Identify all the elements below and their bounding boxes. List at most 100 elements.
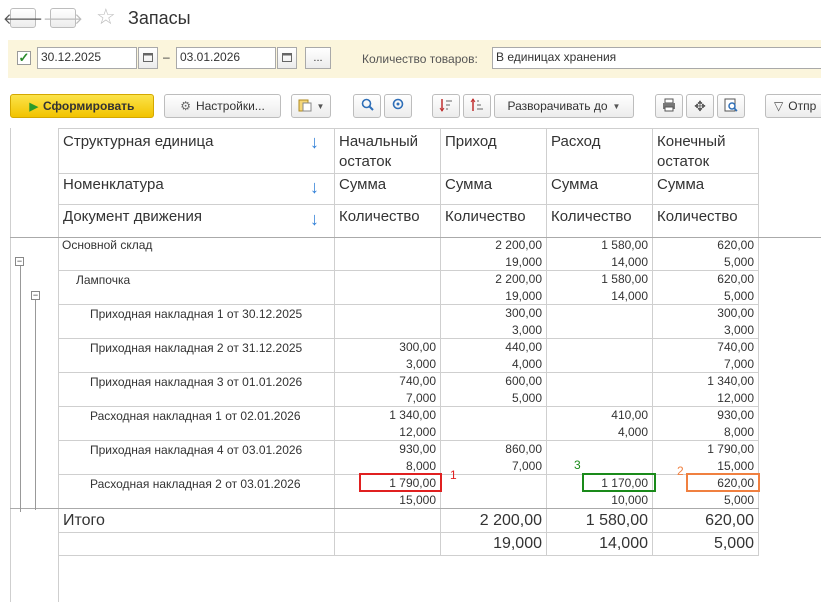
header-end-balance: Конечный остаток [657, 133, 726, 170]
cell-income-qty: 4,000 [511, 357, 542, 371]
cell-expense-sum: 1 580,00 [601, 238, 648, 252]
cell-income-sum: 860,00 [505, 442, 542, 456]
row-label-document[interactable]: Расходная накладная 1 от 02.01.2026 [90, 409, 301, 423]
header-income: Приход [445, 133, 497, 150]
print-button[interactable] [655, 94, 683, 118]
sort-arrow-icon[interactable]: ↓ [310, 209, 319, 230]
star-icon[interactable]: ☆ [96, 4, 116, 30]
row-label-document[interactable]: Приходная накладная 2 от 31.12.2025 [90, 341, 302, 355]
cell-begin-qty: 12,000 [399, 425, 436, 439]
chevron-down-icon: ▼ [612, 101, 621, 111]
move-button[interactable]: ✥ [686, 94, 714, 118]
row-label-document[interactable]: Расходная накладная 2 от 03.01.2026 [90, 477, 301, 491]
date-dash: – [163, 50, 170, 64]
row-label-document[interactable]: Приходная накладная 3 от 01.01.2026 [90, 375, 302, 389]
header-nomenclature: Номенклатура [63, 176, 164, 193]
date-to-field[interactable]: 03.01.2026 [176, 47, 276, 69]
row-label-warehouse[interactable]: Основной склад [62, 238, 152, 252]
cell-begin-qty: 15,000 [399, 493, 436, 507]
funnel-icon: ▽ [774, 99, 784, 113]
cell-end-sum: 620,00 [717, 272, 754, 286]
calendar-icon [143, 51, 153, 65]
sort-arrow-icon[interactable]: ↓ [310, 177, 319, 198]
header-document: Документ движения [63, 208, 202, 225]
arrow-left-icon: 🡐 [2, 10, 44, 28]
highlight-box-1 [359, 473, 442, 492]
row-label-item[interactable]: Лампочка [76, 273, 130, 287]
cell-end-sum: 1 340,00 [707, 374, 754, 388]
total-expense-sum: 1 580,00 [585, 512, 648, 529]
total-income-qty: 19,000 [493, 535, 542, 552]
tree-line [20, 266, 21, 512]
cell-income-sum: 600,00 [505, 374, 542, 388]
tree-line [35, 300, 36, 510]
collapse-icon[interactable]: − [15, 257, 24, 266]
cell-begin-sum: 1 340,00 [389, 408, 436, 422]
cell-begin-sum: 930,00 [399, 442, 436, 456]
sort-asc-button[interactable] [463, 94, 491, 118]
chevron-down-icon: ▼ [316, 101, 325, 111]
cell-end-sum: 1 790,00 [707, 442, 754, 456]
preview-button[interactable] [717, 94, 745, 118]
cell-end-qty: 5,000 [723, 255, 754, 269]
sort-up-icon [470, 97, 484, 115]
cell-begin-qty: 3,000 [405, 357, 436, 371]
cell-begin-qty: 8,000 [405, 459, 436, 473]
search-next-button[interactable] [384, 94, 412, 118]
gear-icon: ⚙ [180, 99, 191, 113]
cell-income-sum: 300,00 [505, 306, 542, 320]
cell-income-qty: 19,000 [505, 255, 542, 269]
calendar-to-button[interactable] [277, 47, 297, 69]
header-quantity: Количество [339, 208, 420, 225]
sort-arrow-icon[interactable]: ↓ [310, 132, 319, 153]
move-icon: ✥ [694, 97, 706, 114]
cell-end-qty: 3,000 [723, 323, 754, 337]
cell-expense-qty: 10,000 [611, 493, 648, 507]
period-select-button[interactable]: ... [305, 47, 331, 69]
row-label-document[interactable]: Приходная накладная 1 от 30.12.2025 [90, 307, 302, 321]
collapse-icon[interactable]: − [31, 291, 40, 300]
period-checkbox[interactable]: ✓ [17, 51, 31, 65]
header-expense: Расход [551, 133, 601, 150]
report-variant-icon [298, 98, 312, 115]
highlight-box-3 [582, 473, 656, 492]
annotation-mark-1: 1 [450, 468, 457, 482]
cell-end-qty: 15,000 [717, 459, 754, 473]
header-quantity: Количество [445, 208, 526, 225]
arrow-right-icon: 🡒 [42, 10, 84, 28]
generate-button[interactable]: ▶ Сформировать [10, 94, 154, 118]
cell-income-sum: 2 200,00 [495, 272, 542, 286]
cell-end-qty: 8,000 [723, 425, 754, 439]
sort-desc-button[interactable] [432, 94, 460, 118]
cell-income-qty: 19,000 [505, 289, 542, 303]
cell-end-sum: 300,00 [717, 306, 754, 320]
cell-income-qty: 7,000 [511, 459, 542, 473]
cell-expense-qty: 14,000 [611, 255, 648, 269]
back-button[interactable]: 🡐 [3, 8, 43, 28]
preview-icon [724, 98, 738, 115]
total-end-sum: 620,00 [705, 512, 754, 529]
cell-end-sum: 620,00 [717, 238, 754, 252]
qty-units-field[interactable]: В единицах хранения [492, 47, 821, 69]
calendar-from-button[interactable] [138, 47, 158, 69]
total-label: Итого [63, 512, 105, 529]
settings-button[interactable]: ⚙ Настройки... [164, 94, 281, 118]
annotation-mark-2: 2 [677, 464, 684, 478]
search-icon [361, 98, 374, 114]
cell-expense-qty: 14,000 [611, 289, 648, 303]
send-button[interactable]: ▽ Отпр [765, 94, 821, 118]
cell-end-qty: 12,000 [717, 391, 754, 405]
search-refresh-icon [392, 98, 405, 114]
cell-end-qty: 7,000 [723, 357, 754, 371]
search-button[interactable] [353, 94, 381, 118]
date-from-field[interactable]: 30.12.2025 [37, 47, 137, 69]
forward-button[interactable]: 🡒 [43, 8, 83, 28]
cell-expense-qty: 4,000 [617, 425, 648, 439]
qty-label: Количество товаров: [362, 52, 478, 66]
printer-icon [662, 98, 676, 115]
header-quantity: Количество [657, 208, 738, 225]
expand-to-button[interactable]: Разворачивать до ▼ [494, 94, 634, 118]
row-label-document[interactable]: Приходная накладная 4 от 03.01.2026 [90, 443, 302, 457]
variants-button[interactable]: ▼ [291, 94, 331, 118]
cell-end-qty: 5,000 [723, 493, 754, 507]
